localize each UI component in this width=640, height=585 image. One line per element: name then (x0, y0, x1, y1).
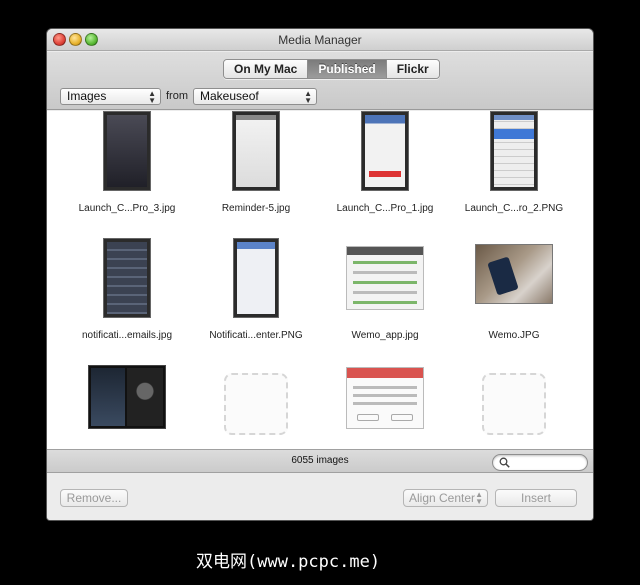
item-label: notificati...emails.jpg (81, 330, 173, 341)
grid-item[interactable]: Launch_C...Pro_1.jpg (320, 111, 450, 236)
grid-item[interactable] (449, 365, 579, 449)
grid-item[interactable] (191, 365, 321, 449)
image-placeholder (482, 373, 546, 435)
media-type-select[interactable]: Images ▲ ▼ (60, 88, 161, 105)
titlebar[interactable]: Media Manager (47, 29, 593, 51)
updown-arrows-icon: ▲ ▼ (475, 490, 483, 506)
grid-item[interactable] (320, 365, 450, 449)
media-grid[interactable]: Launch_C...Pro_3.jpg Reminder-5.jpg Laun… (47, 111, 593, 449)
item-label: Launch_C...ro_2.PNG (464, 203, 564, 214)
updown-arrows-icon: ▲ ▼ (304, 89, 312, 105)
bottom-bar: Remove... Align Center ▲ ▼ Insert (47, 474, 593, 520)
phone-screenshot-thumbnail (361, 111, 409, 191)
phone-screenshot-thumbnail (88, 365, 166, 429)
phone-screenshot-thumbnail (103, 111, 151, 191)
source-value: Makeuseof (200, 89, 259, 103)
align-value: Align Center (409, 491, 476, 505)
grid-item[interactable]: Wemo_app.jpg (320, 238, 450, 363)
window-title: Media Manager (278, 33, 362, 47)
grid-item[interactable]: Notificati...enter.PNG (191, 238, 321, 363)
item-label: Launch_C...Pro_3.jpg (78, 203, 176, 214)
item-label: Launch_C...Pro_1.jpg (336, 203, 434, 214)
photo-thumbnail (475, 244, 553, 304)
phone-screenshot-thumbnail (103, 238, 151, 318)
updown-arrows-icon: ▲ ▼ (148, 89, 156, 105)
search-field[interactable] (492, 454, 588, 471)
item-label: Wemo.JPG (488, 330, 540, 341)
image-placeholder (224, 373, 288, 435)
watermark-text: 双电网(www.pcpc.me) (196, 552, 381, 572)
align-select[interactable]: Align Center ▲ ▼ (403, 489, 488, 507)
grid-item[interactable]: Launch_C...Pro_3.jpg (62, 111, 192, 236)
remove-button[interactable]: Remove... (60, 489, 128, 507)
item-label: Wemo_app.jpg (351, 330, 419, 341)
source-tabs: On My Mac Published Flickr (223, 59, 440, 79)
media-type-value: Images (67, 89, 107, 103)
from-label: from (166, 90, 188, 102)
dialog-screenshot-thumbnail (346, 367, 424, 429)
item-label: Reminder-5.jpg (221, 203, 291, 214)
item-label: Notificati...enter.PNG (209, 330, 303, 341)
tab-flickr[interactable]: Flickr (386, 60, 439, 78)
settings-screenshot-thumbnail (233, 238, 279, 318)
grid-item[interactable]: Reminder-5.jpg (191, 111, 321, 236)
source-select[interactable]: Makeuseof ▲ ▼ (193, 88, 317, 105)
tab-published[interactable]: Published (308, 60, 387, 78)
tab-on-my-mac[interactable]: On My Mac (224, 60, 309, 78)
status-bar: 6055 images (47, 449, 593, 473)
search-icon (499, 457, 510, 468)
phone-screenshot-thumbnail (232, 111, 280, 191)
grid-item[interactable]: notificati...emails.jpg (62, 238, 192, 363)
phone-screenshot-thumbnail (490, 111, 538, 191)
grid-item[interactable]: Wemo.JPG (449, 238, 579, 363)
grid-item[interactable] (62, 365, 192, 449)
app-screenshot-thumbnail (346, 246, 424, 310)
grid-item[interactable]: Launch_C...ro_2.PNG (449, 111, 579, 236)
insert-button[interactable]: Insert (495, 489, 577, 507)
media-manager-window: Media Manager On My Mac Published Flickr… (47, 29, 593, 520)
toolbar: On My Mac Published Flickr Images ▲ ▼ fro… (47, 52, 593, 110)
